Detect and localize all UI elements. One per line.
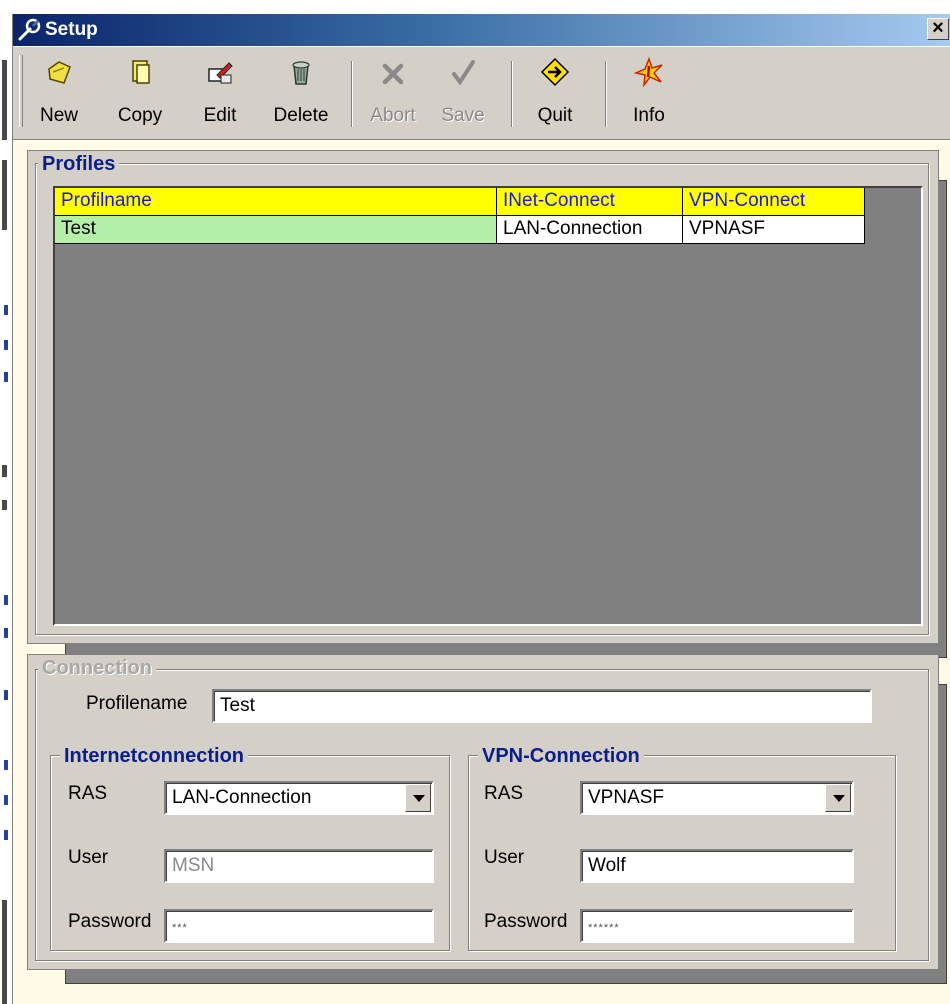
window-title: Setup — [45, 19, 98, 40]
title-bar[interactable]: Setup × — [13, 14, 950, 46]
profiles-title: Profiles — [38, 153, 120, 175]
connection-panel: Connection Profilename Test Internetconn… — [27, 654, 939, 970]
internet-ras-select[interactable]: LAN-Connection — [164, 781, 434, 815]
vpn-user-field[interactable]: Wolf — [580, 849, 854, 883]
toolbar-separator — [511, 61, 513, 127]
new-folder-icon — [48, 61, 71, 84]
new-button[interactable]: New — [31, 53, 87, 135]
internetconnection-title: Internetconnection — [60, 745, 249, 767]
wrench-icon — [18, 18, 41, 41]
save-button[interactable]: Save — [433, 53, 493, 135]
vpn-ras-value: VPNASF — [588, 787, 665, 808]
vpn-password-label: Password — [484, 911, 568, 932]
toolbar-separator — [605, 61, 607, 127]
connection-title: Connection — [38, 657, 156, 679]
vpn-password-field[interactable]: ****** — [580, 909, 854, 943]
delete-button[interactable]: Delete — [263, 53, 339, 135]
chevron-down-icon[interactable] — [405, 784, 431, 812]
profilename-field[interactable]: Test — [212, 689, 872, 723]
edit-icon — [208, 62, 233, 84]
exit-arrow-icon — [540, 57, 570, 87]
vpn-user-label: User — [484, 847, 525, 868]
abort-button[interactable]: Abort — [363, 53, 423, 135]
internet-password-value: *** — [172, 922, 188, 934]
quit-button[interactable]: Quit — [525, 53, 585, 135]
edit-button[interactable]: Edit — [193, 53, 247, 135]
toolbar-separator — [351, 61, 353, 127]
vpn-password-value: ****** — [588, 922, 620, 934]
column-header-profilname[interactable]: Profilname — [55, 188, 497, 216]
trash-icon — [292, 61, 310, 85]
internet-user-label: User — [68, 847, 109, 868]
chevron-down-icon[interactable] — [825, 784, 851, 812]
column-header-vpn-connect[interactable]: VPN-Connect — [683, 188, 865, 216]
internet-user-field[interactable]: MSN — [164, 849, 434, 883]
profiles-grid[interactable]: Profilname INet-Connect VPN-Connect Test… — [53, 186, 923, 626]
setup-window: Setup × New Copy Edit Delete Abort Save … — [12, 14, 950, 1004]
close-button[interactable]: × — [927, 18, 949, 40]
copy-button[interactable]: Copy — [109, 53, 171, 135]
internet-ras-value: LAN-Connection — [172, 787, 312, 808]
vpn-ras-select[interactable]: VPNASF — [580, 781, 854, 815]
vpn-connection-title: VPN-Connection — [478, 745, 644, 767]
x-icon — [382, 63, 404, 85]
vpn-ras-label: RAS — [484, 783, 524, 804]
internet-password-field[interactable]: *** — [164, 909, 434, 943]
internet-ras-label: RAS — [68, 783, 108, 804]
toolbar-grip[interactable] — [19, 55, 23, 127]
table-cell-inet[interactable]: LAN-Connection — [497, 216, 683, 244]
copy-icon — [132, 60, 150, 84]
table-cell-vpn[interactable]: VPNASF — [683, 216, 865, 244]
check-icon — [452, 60, 475, 86]
info-burst-icon — [634, 57, 663, 87]
toolbar: New Copy Edit Delete Abort Save Quit Inf… — [13, 46, 950, 140]
profilename-label: Profilename — [86, 693, 188, 714]
info-button[interactable]: Info — [619, 53, 679, 135]
internet-password-label: Password — [68, 911, 152, 932]
column-header-inet-connect[interactable]: INet-Connect — [497, 188, 683, 216]
table-cell-profile[interactable]: Test — [55, 216, 497, 244]
